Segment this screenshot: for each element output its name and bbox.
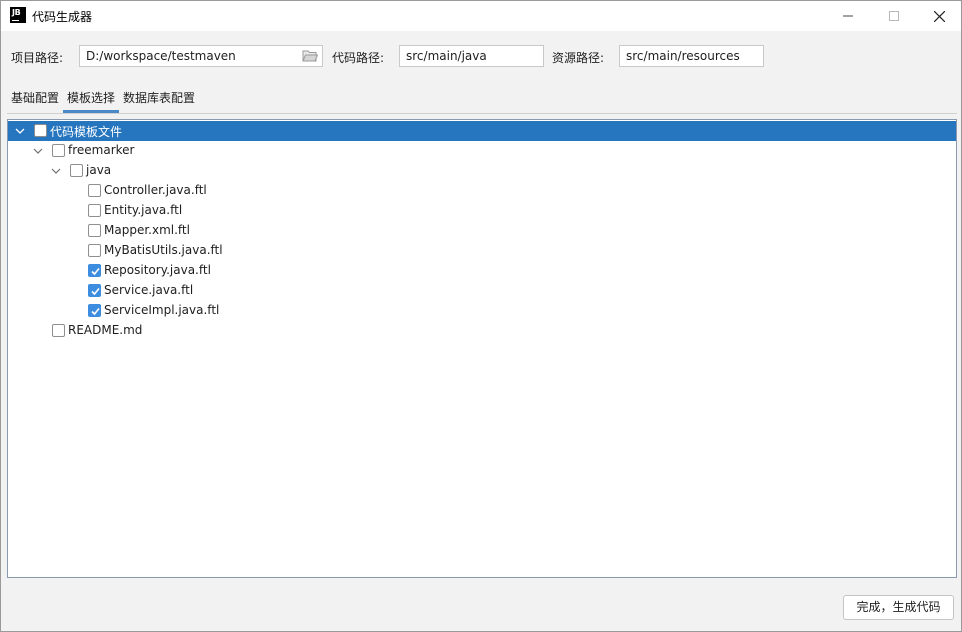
code-path-label: 代码路径: bbox=[332, 51, 385, 65]
tree-node-file[interactable]: Entity.java.ftl bbox=[8, 201, 956, 221]
tab-separator bbox=[7, 113, 957, 114]
tab-basic-config[interactable]: 基础配置 bbox=[11, 89, 59, 106]
tree-node-root[interactable]: 代码模板文件 bbox=[8, 121, 956, 141]
app-logo-icon: JB bbox=[10, 7, 26, 23]
tree-node-label: freemarker bbox=[68, 143, 135, 157]
maximize-icon bbox=[889, 11, 899, 21]
folder-icon bbox=[302, 50, 319, 62]
tree-node-label: Service.java.ftl bbox=[104, 283, 194, 297]
file-checkbox[interactable] bbox=[88, 264, 101, 277]
tab-template-select[interactable]: 模板选择 bbox=[67, 89, 115, 106]
tree-node-freemarker[interactable]: freemarker bbox=[8, 141, 956, 161]
maximize-button[interactable] bbox=[871, 1, 917, 31]
chevron-down-icon[interactable] bbox=[33, 146, 43, 156]
template-tree[interactable]: 代码模板文件 freemarker java Controller.java.f… bbox=[7, 119, 957, 578]
readme-checkbox[interactable] bbox=[52, 324, 65, 337]
browse-folder-button[interactable] bbox=[302, 49, 319, 63]
project-path-label: 项目路径: bbox=[11, 51, 64, 65]
tree-node-file[interactable]: Service.java.ftl bbox=[8, 281, 956, 301]
tree-node-file[interactable]: ServiceImpl.java.ftl bbox=[8, 301, 956, 321]
tree-node-label: Mapper.xml.ftl bbox=[104, 223, 190, 237]
resource-path-label: 资源路径: bbox=[552, 51, 605, 65]
tree-node-readme[interactable]: README.md bbox=[8, 321, 956, 341]
file-checkbox[interactable] bbox=[88, 224, 101, 237]
file-checkbox[interactable] bbox=[88, 304, 101, 317]
tree-node-label: 代码模板文件 bbox=[50, 125, 123, 139]
tab-db-table-config[interactable]: 数据库表配置 bbox=[123, 89, 195, 106]
project-path-value: D:/workspace/testmaven bbox=[86, 49, 236, 63]
file-checkbox[interactable] bbox=[88, 244, 101, 257]
close-button[interactable] bbox=[916, 1, 962, 31]
chevron-down-icon[interactable] bbox=[15, 126, 25, 136]
checkmark-icon bbox=[91, 307, 100, 316]
tree-node-label: Controller.java.ftl bbox=[104, 183, 207, 197]
finish-generate-button[interactable]: 完成，生成代码 bbox=[843, 595, 954, 620]
title-bar[interactable]: JB 代码生成器 bbox=[1, 1, 961, 31]
java-checkbox[interactable] bbox=[70, 164, 83, 177]
tree-node-file[interactable]: Controller.java.ftl bbox=[8, 181, 956, 201]
tree-node-label: java bbox=[86, 163, 112, 177]
window-title: 代码生成器 bbox=[32, 10, 93, 24]
checkmark-icon bbox=[91, 287, 100, 296]
tree-node-label: Repository.java.ftl bbox=[104, 263, 211, 277]
tree-node-file[interactable]: Mapper.xml.ftl bbox=[8, 221, 956, 241]
checkmark-icon bbox=[91, 267, 100, 276]
project-path-field[interactable]: D:/workspace/testmaven bbox=[79, 45, 323, 67]
minimize-icon bbox=[843, 15, 853, 17]
chevron-down-icon[interactable] bbox=[51, 166, 61, 176]
tree-node-file[interactable]: Repository.java.ftl bbox=[8, 261, 956, 281]
code-generator-window: JB 代码生成器 项目路径: D:/workspace/testmaven 代码… bbox=[0, 0, 962, 632]
file-checkbox[interactable] bbox=[88, 284, 101, 297]
close-icon bbox=[933, 10, 945, 22]
tree-node-label: README.md bbox=[68, 323, 143, 337]
file-checkbox[interactable] bbox=[88, 184, 101, 197]
root-checkbox[interactable] bbox=[34, 124, 47, 137]
code-path-value: src/main/java bbox=[406, 49, 487, 63]
tree-node-label: MyBatisUtils.java.ftl bbox=[104, 243, 223, 257]
freemarker-checkbox[interactable] bbox=[52, 144, 65, 157]
tree-node-file[interactable]: MyBatisUtils.java.ftl bbox=[8, 241, 956, 261]
file-checkbox[interactable] bbox=[88, 204, 101, 217]
code-path-field[interactable]: src/main/java bbox=[399, 45, 544, 67]
tree-node-label: Entity.java.ftl bbox=[104, 203, 183, 217]
tree-node-java[interactable]: java bbox=[8, 161, 956, 181]
resource-path-field[interactable]: src/main/resources bbox=[619, 45, 764, 67]
tree-node-label: ServiceImpl.java.ftl bbox=[104, 303, 220, 317]
minimize-button[interactable] bbox=[825, 1, 871, 31]
resource-path-value: src/main/resources bbox=[626, 49, 740, 63]
